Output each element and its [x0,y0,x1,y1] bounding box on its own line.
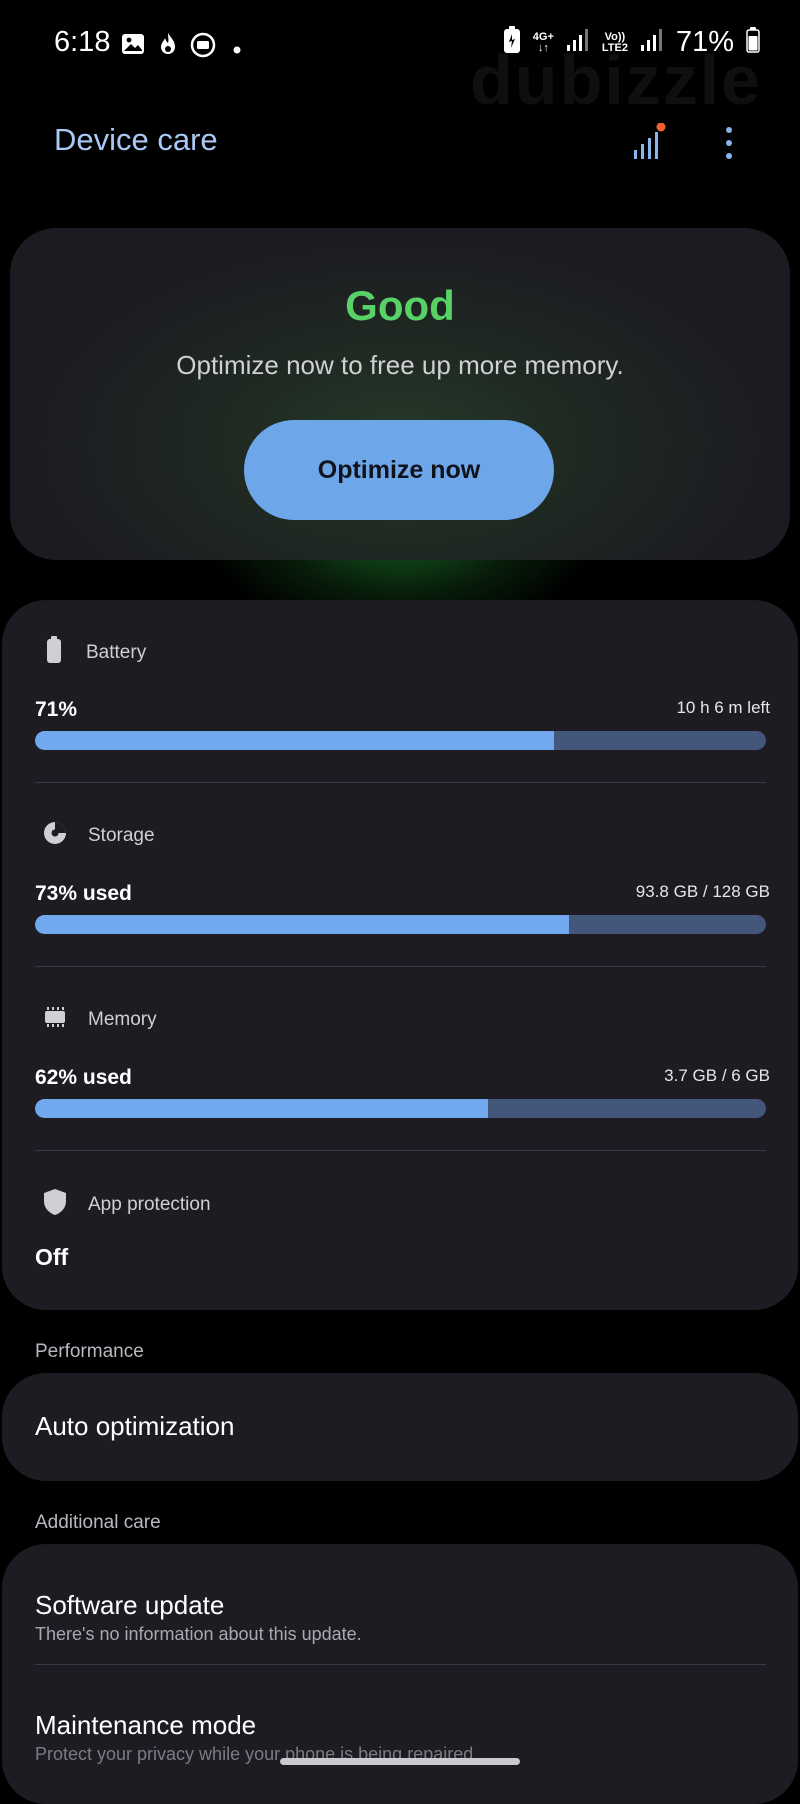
pie-chart-icon [42,820,68,851]
optimize-now-button[interactable]: Optimize now [244,420,554,520]
device-status: Good [345,282,455,329]
watermark-logo: dubizzle [470,41,763,119]
storage-progress-bar [35,915,766,934]
memory-header: Memory [42,1004,157,1035]
memory-progress-fill [35,1099,489,1118]
signal-bars-icon [627,122,667,168]
additional-care-section-title: Additional care [35,1512,161,1533]
additional-care-card: Software update There's no information a… [2,1544,798,1804]
diagnostics-button[interactable] [622,120,672,170]
software-update-row[interactable]: Software update There's no information a… [2,1544,798,1664]
battery-icon [42,636,66,669]
performance-section-title: Performance [35,1341,144,1362]
notification-dot-icon [233,41,241,59]
device-status-subtitle: Optimize now to free up more memory. [176,350,624,380]
battery-label: Battery [86,641,147,663]
storage-label: Storage [88,824,155,846]
storage-detail: 93.8 GB / 128 GB [635,882,770,901]
app-protection-header: App protection [42,1188,211,1221]
divider [35,966,766,967]
divider [35,782,766,783]
home-indicator[interactable] [280,1758,520,1765]
app-protection-section[interactable]: App protection Off [2,1188,798,1298]
maintenance-mode-row[interactable]: Maintenance mode Protect your privacy wh… [2,1665,798,1785]
maintenance-mode-title: Maintenance mode [35,1710,257,1740]
storage-progress-fill [35,915,569,934]
software-update-title: Software update [35,1590,225,1620]
auto-optimization-label: Auto optimization [35,1411,235,1441]
status-time: 6:18 [54,26,111,58]
software-update-subtitle: There's no information about this update… [35,1624,362,1644]
memory-chip-icon [42,1004,68,1035]
battery-time-left: 10 h 6 m left [676,698,770,717]
app-protection-label: App protection [88,1193,211,1215]
memory-detail: 3.7 GB / 6 GB [664,1066,770,1085]
device-stats-card: Battery 71% 10 h 6 m left Storage 73% us… [2,600,798,1310]
divider [35,1150,766,1151]
page-title: Device care [54,122,218,157]
app-protection-value: Off [35,1244,69,1270]
screen-record-icon [190,32,216,63]
flame-icon [158,32,178,61]
battery-progress-bar [35,731,766,750]
memory-section[interactable]: Memory 62% used 3.7 GB / 6 GB [2,1004,798,1154]
gallery-icon [121,32,145,61]
memory-progress-bar [35,1099,766,1118]
more-vertical-icon [724,125,734,166]
auto-optimization-row[interactable]: Auto optimization [2,1373,798,1481]
memory-value: 62% used [35,1066,132,1089]
battery-section[interactable]: Battery 71% 10 h 6 m left [2,636,798,786]
battery-header: Battery [42,636,146,669]
device-status-card: Good Optimize now to free up more memory… [10,228,790,560]
more-options-button[interactable] [704,120,754,170]
storage-section[interactable]: Storage 73% used 93.8 GB / 128 GB [2,820,798,970]
storage-value: 73% used [35,882,132,905]
shield-icon [42,1188,68,1221]
battery-value: 71% [35,698,78,721]
battery-progress-fill [35,731,554,750]
storage-header: Storage [42,820,155,851]
memory-label: Memory [88,1008,157,1030]
